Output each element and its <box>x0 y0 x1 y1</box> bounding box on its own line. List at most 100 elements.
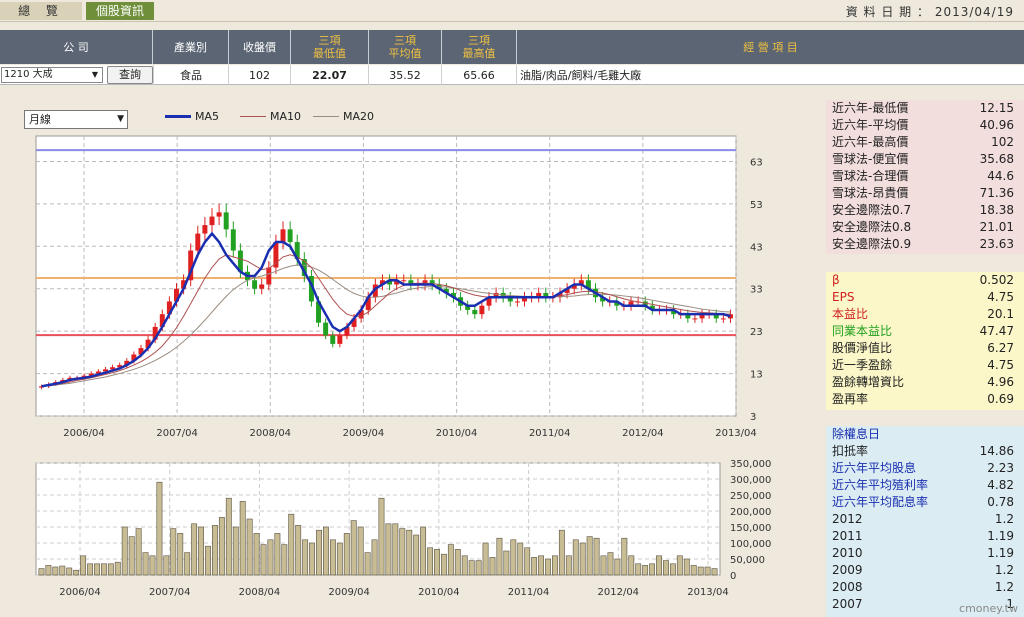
valuation-label: 近六年-最低價 <box>832 101 909 115</box>
stock-select[interactable]: 1210 大成 ▼ <box>1 67 103 83</box>
ratio-row: 盈再率 0.69 <box>826 391 1024 408</box>
header-company: 公 司 <box>0 30 153 64</box>
valuation-label: 雪球法-便宜價 <box>832 152 909 166</box>
price-y-tick: 3 <box>750 412 756 423</box>
price-chart: 63 53 43 33 23 13 3 2006/04 2007/04 2008/04 2009/0… <box>35 135 763 439</box>
valuation-value: 21.01 <box>979 220 1014 234</box>
volume-bar <box>503 550 510 576</box>
valuation-row: 雪球法-便宜價 35.68 <box>826 151 1024 168</box>
cell-industry: 食品 <box>153 65 229 85</box>
header-min-l1: 三項 <box>318 34 341 47</box>
side-dividend-title: 除權息日 <box>832 427 881 441</box>
header-max: 三項 最高值 <box>442 30 517 64</box>
valuation-value: 18.38 <box>979 203 1014 217</box>
volume-bar <box>316 529 322 576</box>
dividend-value: 0.78 <box>987 495 1014 509</box>
volume-bar <box>663 560 669 576</box>
dividend-label: 2011 <box>832 529 863 543</box>
volume-bar <box>212 525 218 576</box>
volume-y-tick: 200,000 <box>730 507 771 518</box>
volume-bar <box>538 555 544 576</box>
candle-body <box>266 267 272 285</box>
volume-y-tick: 150,000 <box>730 523 771 534</box>
valuation-value: 71.36 <box>979 186 1014 200</box>
dividend-label: 扣抵率 <box>832 444 869 458</box>
period-select[interactable]: 月線 ▼ <box>24 110 128 129</box>
volume-bar <box>128 536 135 576</box>
ratio-label: β <box>832 273 840 287</box>
volume-bar <box>350 520 357 576</box>
ratio-label: 股價淨值比 <box>832 341 893 355</box>
candle-body <box>259 284 265 289</box>
volume-bar <box>378 497 385 576</box>
legend-ma10-label: MA10 <box>270 110 302 123</box>
volume-bar <box>295 525 302 576</box>
volume-bar <box>517 542 524 576</box>
volume-bar <box>281 544 288 576</box>
volume-bar <box>579 542 586 576</box>
volume-x-tick: 2013/04 <box>687 587 729 598</box>
dividend-value: 1.2 <box>994 563 1014 577</box>
dividend-label: 2009 <box>832 563 863 577</box>
volume-bar <box>454 549 461 576</box>
valuation-row: 雪球法-昂貴價 71.36 <box>826 185 1024 202</box>
volume-bar <box>177 533 184 576</box>
data-date: 資 料 日 期 ： 2013/04/19 <box>846 3 1014 20</box>
side-valuation-panel: 近六年-最低價 12.15 近六年-平均價 40.96 近六年-最高價 102 雪球法-便宜… <box>826 100 1024 254</box>
candle-body <box>202 225 208 234</box>
volume-bar <box>399 528 406 576</box>
volume-bar <box>461 555 468 576</box>
volume-x-tick: 2010/04 <box>418 587 460 598</box>
legend-ma5: MA5 <box>165 110 219 123</box>
cell-avg: 35.52 <box>369 65 442 85</box>
header-max-l2: 最高值 <box>462 47 496 60</box>
volume-bar <box>357 526 364 576</box>
stock-select-value: 1210 大成 <box>4 69 53 80</box>
tab-overview[interactable]: 總 覽 <box>0 2 82 20</box>
valuation-row: 安全邊際法0.8 21.01 <box>826 219 1024 236</box>
volume-bar <box>59 565 66 576</box>
cell-close: 102 <box>229 65 291 85</box>
chevron-down-icon: ▼ <box>117 114 124 124</box>
volume-bar <box>191 523 198 576</box>
valuation-value: 40.96 <box>979 118 1014 132</box>
volume-bar <box>149 555 156 576</box>
ratio-value: 47.47 <box>979 324 1014 338</box>
volume-bar <box>239 501 246 576</box>
candle-body <box>479 305 485 315</box>
dividend-row: 2009 1.2 <box>826 562 1024 579</box>
dividend-row: 2011 1.19 <box>826 528 1024 545</box>
volume-bar <box>343 533 350 576</box>
candle-body <box>401 280 407 282</box>
valuation-label: 雪球法-合理價 <box>832 169 909 183</box>
volume-bar <box>621 537 628 576</box>
volume-bar <box>114 561 121 576</box>
volume-bar <box>73 569 80 576</box>
volume-bar <box>406 529 413 576</box>
chevron-down-icon: ▼ <box>91 70 99 79</box>
volume-bar <box>434 549 440 576</box>
volume-bar <box>94 563 100 576</box>
header-min-l2: 最低值 <box>313 47 346 60</box>
volume-bar <box>642 565 649 576</box>
volume-bar <box>545 558 551 576</box>
volume-bar <box>323 526 329 576</box>
dividend-row: 扣抵率 14.86 <box>826 443 1024 460</box>
ratio-row: β 0.502 <box>826 272 1024 289</box>
dividend-label: 近六年平均股息 <box>832 461 917 475</box>
dividend-value: 1.19 <box>987 546 1014 560</box>
dividend-value: 1.19 <box>987 529 1014 543</box>
volume-bar <box>385 523 392 576</box>
query-button[interactable]: 查詢 <box>107 66 153 84</box>
volume-bar <box>669 563 676 576</box>
volume-bar <box>711 568 718 576</box>
ratio-label: EPS <box>832 290 855 304</box>
volume-bar <box>121 526 128 576</box>
tab-stock-info[interactable]: 個股資訊 <box>86 2 154 20</box>
dividend-row: 2012 1.2 <box>826 511 1024 528</box>
watermark: cmoney.tw <box>959 602 1018 615</box>
volume-bar <box>66 567 73 576</box>
header-avg: 三項 平均值 <box>369 30 442 64</box>
volume-bar <box>676 555 683 576</box>
price-y-tick: 33 <box>750 285 763 296</box>
